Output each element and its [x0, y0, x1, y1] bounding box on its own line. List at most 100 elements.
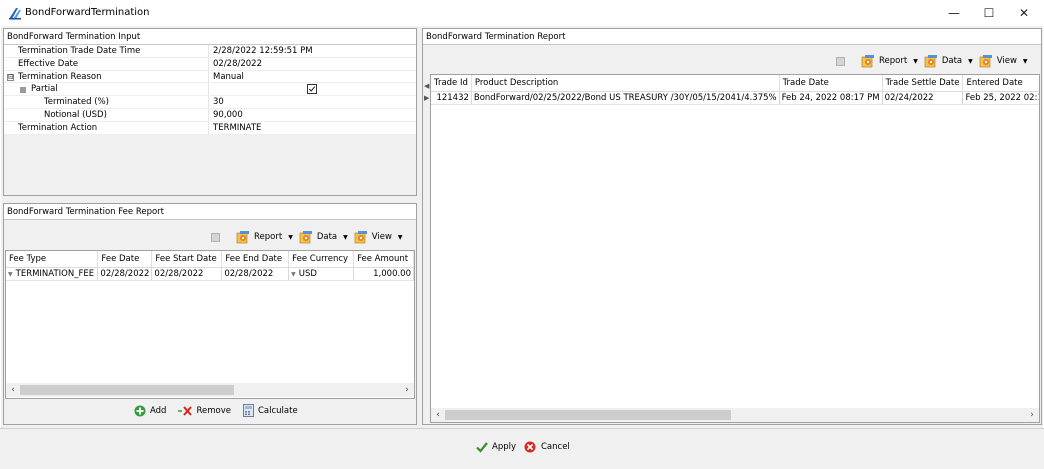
property-row-effective-date[interactable]: Effective Date 02/28/2022: [4, 57, 416, 71]
property-row-termination-reason[interactable]: ⊟ Termination Reason Manual: [4, 70, 416, 84]
apply-button[interactable]: Apply: [476, 441, 516, 453]
column-header[interactable]: Fee End Date: [221, 251, 290, 268]
cancel-button[interactable]: Cancel: [524, 441, 570, 453]
dropdown-arrow-icon[interactable]: ▼: [8, 271, 13, 278]
property-row-terminated-pct[interactable]: Terminated (%) 30: [4, 96, 416, 109]
view-gear-icon: [354, 231, 367, 244]
title-bar: BondForwardTermination — ☐ ✕: [0, 0, 1044, 26]
property-value[interactable]: 30: [210, 96, 416, 109]
input-panel-title: BondForward Termination Input: [4, 29, 416, 45]
calculate-button[interactable]: Calculate: [242, 404, 298, 417]
scroll-right-icon[interactable]: ›: [400, 383, 414, 397]
scroll-left-icon[interactable]: ‹: [6, 383, 20, 397]
fee-type-cell[interactable]: ▼ TERMINATION_FEE: [6, 267, 99, 281]
property-value[interactable]: 2/28/2022 12:59:51 PM: [210, 45, 416, 58]
dropdown-caret-icon: ▼: [288, 233, 293, 241]
column-header[interactable]: Fee Amount: [353, 251, 414, 268]
trade-settle-date-cell[interactable]: 02/24/2022: [882, 91, 964, 105]
property-row-termination-action[interactable]: Termination Action TERMINATE: [4, 121, 416, 135]
fee-horizontal-scrollbar[interactable]: ‹ ›: [6, 383, 414, 397]
property-value[interactable]: 90,000: [210, 109, 416, 122]
grid-settings-icon[interactable]: [211, 232, 220, 242]
property-value[interactable]: 02/28/2022: [210, 58, 416, 71]
expand-right-icon[interactable]: ▶: [424, 94, 429, 102]
termination-input-panel: BondForward Termination Input Terminatio…: [3, 28, 417, 196]
data-menu-button[interactable]: Data ▼: [924, 54, 973, 68]
property-row-notional[interactable]: Notional (USD) 90,000: [4, 108, 416, 122]
remove-label: Remove: [196, 405, 231, 416]
column-header[interactable]: Fee Start Date: [151, 251, 223, 268]
column-header[interactable]: Entered Date: [962, 75, 1039, 92]
dropdown-caret-icon: ▼: [343, 233, 348, 241]
property-label: Termination Reason: [18, 71, 102, 82]
column-header[interactable]: Fee Currency: [288, 251, 355, 268]
property-label: Termination Trade Date Time: [18, 46, 141, 56]
column-header[interactable]: Fee Type: [6, 251, 99, 268]
view-label: View: [371, 232, 392, 242]
fee-date-cell[interactable]: 02/28/2022: [97, 267, 153, 281]
report-label: Report: [254, 232, 283, 242]
view-gear-icon: [979, 55, 992, 68]
report-horizontal-scrollbar[interactable]: ‹ ›: [431, 408, 1039, 422]
column-header[interactable]: Trade Date: [779, 75, 883, 92]
scrollbar-thumb[interactable]: [445, 410, 731, 420]
minimize-button[interactable]: —: [936, 0, 972, 26]
fee-panel-title: BondForward Termination Fee Report: [4, 204, 416, 220]
calculate-label: Calculate: [257, 405, 298, 416]
partial-checkbox[interactable]: [307, 84, 317, 95]
table-row[interactable]: ▼ TERMINATION_FEE 02/28/2022 02/28/2022 0…: [6, 267, 414, 281]
report-toolbar: Report ▼ Data ▼ View ▼: [836, 51, 1028, 71]
cancel-icon: [524, 441, 536, 453]
column-header[interactable]: Fee Date: [97, 251, 153, 268]
product-description-cell[interactable]: BondForward/02/25/2022/Bond US TREASURY …: [471, 91, 780, 105]
property-value[interactable]: [210, 83, 416, 97]
property-label: Notional (USD): [44, 109, 107, 120]
trade-id-cell[interactable]: 121432: [431, 91, 472, 105]
grid-settings-icon[interactable]: [836, 56, 845, 66]
view-menu-button[interactable]: View ▼: [979, 54, 1028, 68]
termination-report-panel: BondForward Termination Report Report ▼ D…: [422, 28, 1042, 425]
dropdown-caret-icon: ▼: [968, 57, 973, 65]
maximize-button[interactable]: ☐: [971, 0, 1007, 26]
window-title: BondForwardTermination: [25, 7, 150, 18]
report-label: Report: [879, 56, 908, 66]
dropdown-arrow-icon[interactable]: ▼: [291, 271, 296, 278]
scroll-right-icon[interactable]: ›: [1025, 408, 1039, 422]
collapse-left-icon[interactable]: ◀: [424, 82, 429, 90]
fee-table-header: Fee Type Fee Date Fee Start Date Fee End…: [6, 251, 414, 268]
dialog-actions-bar: Apply Cancel: [0, 428, 1044, 469]
remove-button[interactable]: Remove: [178, 405, 231, 417]
column-header[interactable]: Trade Id: [431, 75, 472, 92]
dropdown-caret-icon: ▼: [397, 233, 403, 241]
apply-label: Apply: [492, 442, 516, 452]
property-value[interactable]: TERMINATE: [210, 122, 416, 135]
scroll-left-icon[interactable]: ‹: [431, 408, 445, 422]
column-header[interactable]: Trade Settle Date: [882, 75, 964, 92]
add-button[interactable]: Add: [134, 405, 166, 417]
view-menu-button[interactable]: View ▼: [354, 230, 403, 244]
fee-toolbar: Report ▼ Data ▼ View ▼: [211, 227, 403, 247]
table-row[interactable]: 121432 BondForward/02/25/2022/Bond US TR…: [431, 91, 1039, 105]
property-label: Partial: [31, 84, 58, 95]
column-header[interactable]: Product Description: [471, 75, 780, 92]
close-button[interactable]: ✕: [1006, 0, 1042, 26]
data-menu-button[interactable]: Data ▼: [299, 230, 348, 244]
property-row-trade-date[interactable]: Termination Trade Date Time 2/28/2022 12…: [4, 45, 416, 58]
scrollbar-thumb[interactable]: [20, 385, 234, 395]
add-icon: [134, 405, 146, 416]
property-value[interactable]: Manual: [210, 71, 416, 84]
calculator-icon: [242, 404, 254, 417]
add-label: Add: [150, 405, 167, 416]
fee-end-date-cell[interactable]: 02/28/2022: [221, 267, 290, 281]
report-menu-button[interactable]: Report ▼: [861, 54, 918, 68]
fee-start-date-cell[interactable]: 02/28/2022: [151, 267, 223, 281]
entered-date-cell[interactable]: Feb 25, 2022 02:18 PM: [962, 91, 1039, 105]
collapse-toggle-icon[interactable]: ⊟: [7, 73, 14, 81]
report-menu-button[interactable]: Report ▼: [236, 230, 293, 244]
fee-actions-bar: Add Remove Calculate: [134, 404, 310, 417]
fee-currency-value: USD: [298, 268, 317, 279]
trade-date-cell[interactable]: Feb 24, 2022 08:17 PM: [779, 91, 883, 105]
fee-currency-cell[interactable]: ▼ USD: [288, 267, 355, 281]
property-row-partial[interactable]: Partial: [4, 83, 416, 97]
fee-amount-cell[interactable]: 1,000.00: [353, 267, 414, 281]
